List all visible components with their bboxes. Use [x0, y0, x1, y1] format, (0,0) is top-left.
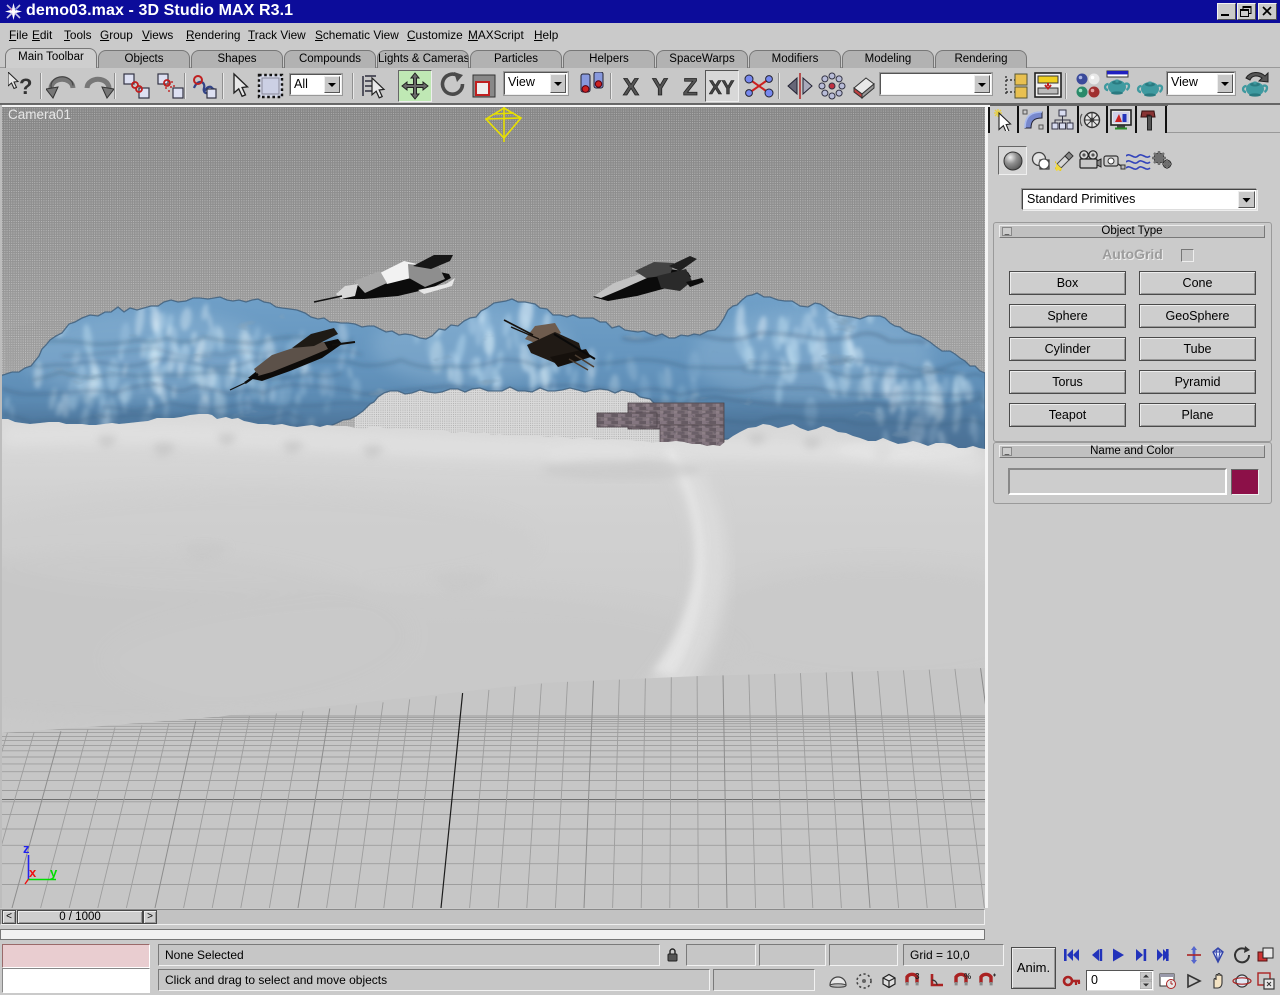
svg-text:x: x	[29, 865, 37, 880]
svg-text:z: z	[23, 841, 30, 856]
svg-text:%: %	[964, 972, 971, 981]
svg-text:?: ?	[19, 74, 32, 99]
svg-text:Z: Z	[683, 74, 698, 100]
svg-text:y: y	[50, 865, 58, 880]
svg-text:Y: Y	[652, 74, 668, 100]
svg-text:XY: XY	[709, 78, 735, 99]
svg-text:Camera01: Camera01	[8, 107, 71, 122]
svg-text:3: 3	[915, 972, 920, 981]
svg-text:X: X	[623, 74, 639, 100]
